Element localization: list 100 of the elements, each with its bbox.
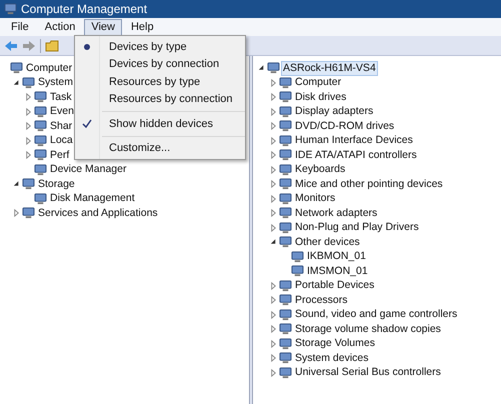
device-icon	[34, 164, 47, 176]
tree-item[interactable]: Shar	[48, 118, 74, 134]
tree-item[interactable]: Universal Serial Bus controllers	[293, 365, 443, 380]
menu-option[interactable]: Show hidden devices	[75, 115, 245, 132]
device-icon	[34, 91, 47, 104]
tree-item[interactable]: System devices	[293, 350, 371, 366]
expand-arrow-icon[interactable]	[269, 222, 278, 233]
tree-item[interactable]: System	[36, 75, 76, 90]
device-icon	[4, 3, 17, 15]
forward-arrow-icon[interactable]	[22, 40, 36, 52]
expand-arrow-icon[interactable]	[12, 208, 21, 218]
tree-item[interactable]: Storage volume shadow copies	[293, 322, 443, 337]
expand-arrow-icon[interactable]	[269, 78, 278, 88]
expand-arrow-icon[interactable]	[24, 92, 33, 102]
device-icon	[279, 149, 292, 162]
device-icon	[279, 120, 292, 132]
menu-item[interactable]: Help	[124, 18, 161, 36]
menu-option[interactable]: Customize...	[75, 140, 245, 157]
expand-arrow-icon[interactable]	[269, 324, 278, 334]
tree-item[interactable]: Computer	[24, 60, 74, 76]
device-icon	[279, 323, 292, 336]
expand-arrow-icon[interactable]	[24, 150, 33, 160]
expand-arrow-icon[interactable]	[24, 136, 33, 146]
device-icon	[279, 222, 292, 234]
device-icon	[22, 178, 35, 190]
expand-arrow-icon[interactable]	[269, 295, 278, 306]
tree-item[interactable]: IKBMON_01	[305, 249, 368, 264]
menu-item[interactable]: View	[84, 18, 122, 36]
tree-item[interactable]: Portable Devices	[293, 278, 376, 294]
menu-item[interactable]: Action	[38, 18, 82, 36]
tree-item[interactable]: Other devices	[293, 234, 362, 250]
collapse-arrow-icon[interactable]	[12, 78, 21, 88]
tree-item[interactable]: Device Manager	[48, 162, 128, 178]
tree-item[interactable]: Even	[48, 104, 76, 120]
device-icon	[279, 91, 292, 104]
device-icon	[279, 236, 292, 248]
menu-option[interactable]: Devices by connection	[75, 56, 245, 73]
device-icon	[34, 149, 47, 162]
device-icon	[279, 106, 292, 118]
menu-item[interactable]: File	[4, 18, 36, 36]
device-icon	[34, 192, 47, 205]
expand-arrow-icon[interactable]	[269, 368, 278, 378]
expand-arrow-icon[interactable]	[269, 208, 278, 218]
menu-option[interactable]: Resources by connection	[75, 90, 245, 108]
tree-item[interactable]: Computer	[293, 75, 344, 90]
tree-item[interactable]: Keyboards	[293, 162, 348, 178]
expand-arrow-icon[interactable]	[269, 164, 278, 175]
tree-item[interactable]: ASRock-H61M-VS4	[281, 60, 378, 76]
device-icon	[291, 250, 304, 263]
tree-item[interactable]: Services and Applications	[36, 206, 160, 221]
device-icon	[279, 207, 292, 220]
device-icon	[279, 178, 292, 190]
device-icon	[279, 294, 292, 306]
expand-arrow-icon[interactable]	[269, 353, 278, 364]
tree-item[interactable]: Non-Plug and Play Drivers	[293, 220, 421, 236]
expand-arrow-icon[interactable]	[269, 121, 278, 132]
expand-arrow-icon[interactable]	[269, 280, 278, 291]
expand-arrow-icon[interactable]	[269, 338, 278, 349]
folder-icon[interactable]	[45, 40, 59, 52]
device-icon	[279, 366, 292, 379]
tree-item[interactable]: Mice and other pointing devices	[293, 176, 445, 192]
tree-item[interactable]: IMSMON_01	[305, 264, 370, 279]
tree-item[interactable]: IDE ATA/ATAPI controllers	[293, 148, 419, 163]
menu-option[interactable]: Resources by type	[75, 73, 245, 90]
device-icon	[279, 338, 292, 350]
tree-item[interactable]: Sound, video and game controllers	[293, 307, 460, 322]
back-arrow-icon[interactable]	[4, 40, 18, 52]
tree-item[interactable]: Storage	[36, 176, 77, 192]
window-title: Computer Management	[21, 1, 148, 18]
expand-arrow-icon[interactable]	[269, 106, 278, 117]
tree-item[interactable]: Disk drives	[293, 90, 348, 105]
tree-item[interactable]: Disk Management	[48, 191, 137, 206]
tree-item[interactable]: Task	[48, 90, 74, 105]
expand-arrow-icon[interactable]	[269, 194, 278, 204]
tree-item[interactable]: Storage Volumes	[293, 336, 377, 352]
expand-arrow-icon[interactable]	[269, 92, 278, 102]
device-icon	[34, 120, 47, 132]
expand-arrow-icon[interactable]	[24, 106, 33, 117]
tree-item[interactable]: Human Interface Devices	[293, 133, 415, 148]
tree-item[interactable]: DVD/CD-ROM drives	[293, 118, 396, 134]
expand-arrow-icon[interactable]	[24, 121, 33, 132]
device-icon	[279, 308, 292, 321]
device-icon	[22, 207, 35, 220]
tree-item[interactable]: Loca	[48, 133, 75, 148]
device-icon	[279, 280, 292, 292]
device-icon	[279, 192, 292, 205]
tree-item[interactable]: Network adapters	[293, 206, 380, 221]
tree-item[interactable]: Display adapters	[293, 104, 376, 120]
tree-item[interactable]: Processors	[293, 292, 350, 308]
device-icon	[279, 352, 292, 364]
tree-item[interactable]: Monitors	[293, 191, 338, 206]
expand-arrow-icon[interactable]	[269, 310, 278, 320]
device-icon	[10, 62, 23, 74]
expand-arrow-icon[interactable]	[269, 179, 278, 190]
device-icon	[267, 62, 280, 74]
device-icon	[22, 76, 35, 89]
menu-option[interactable]: Devices by type	[75, 38, 245, 56]
tree-item[interactable]: Perf	[48, 148, 72, 163]
expand-arrow-icon[interactable]	[269, 150, 278, 160]
expand-arrow-icon[interactable]	[269, 136, 278, 146]
